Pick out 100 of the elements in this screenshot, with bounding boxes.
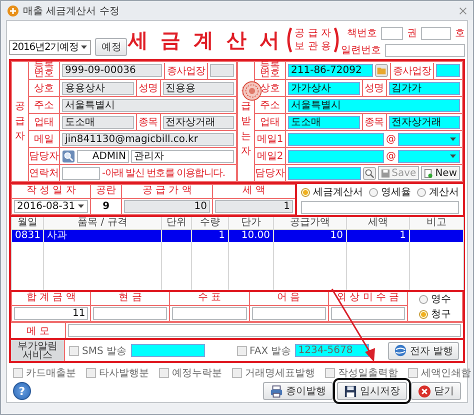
field-label: 주소: [260, 100, 280, 111]
column-header: 단가: [228, 216, 274, 230]
field-label: 등록번호: [34, 62, 54, 78]
input-field[interactable]: [288, 166, 361, 180]
input-field[interactable]: [330, 306, 405, 320]
input-field[interactable]: 1234-5678: [295, 344, 370, 357]
input-field[interactable]: 211-86-72092: [288, 64, 373, 77]
field-label: 상호: [34, 83, 54, 94]
field-label: 담당자: [255, 168, 285, 179]
date-dropdown[interactable]: 2016-08-31: [14, 200, 88, 213]
field-label: 종사업장: [164, 62, 208, 78]
input-field[interactable]: [421, 26, 451, 40]
input-field[interactable]: [436, 64, 460, 77]
input-field[interactable]: 999-09-00036: [62, 64, 162, 77]
radio-label: 세금계산서: [313, 186, 363, 199]
field-label: 담당자: [29, 151, 59, 162]
checkbox[interactable]: [325, 368, 335, 378]
input-field[interactable]: [301, 201, 459, 214]
input-field[interactable]: 관리자: [131, 150, 234, 162]
column-header: 세액: [346, 216, 410, 230]
input-field[interactable]: 11: [14, 306, 88, 320]
input-field[interactable]: [385, 44, 465, 56]
checkbox-label: 카드매출분: [26, 367, 76, 380]
input-field[interactable]: [93, 306, 168, 320]
radio-button[interactable]: [419, 294, 428, 304]
checkbox-label: SMS 발송: [82, 344, 127, 358]
input-field[interactable]: 서울특별시: [62, 98, 234, 112]
input-field[interactable]: 10: [124, 200, 210, 213]
service-label: 부가알림 서비스: [11, 340, 65, 361]
radio-label: 영수: [431, 293, 451, 306]
column-header: 세 액: [212, 184, 296, 198]
column-header: 수량: [192, 216, 228, 230]
save-icon: [380, 168, 390, 178]
input-field[interactable]: [252, 306, 326, 320]
radio-button[interactable]: [419, 310, 428, 318]
field-label: 업태: [260, 117, 280, 128]
checkbox[interactable]: [232, 368, 242, 378]
radio-button[interactable]: [417, 188, 426, 196]
action-button[interactable]: 닫기: [411, 382, 461, 400]
input-field[interactable]: 김가가: [388, 82, 460, 94]
close-icon[interactable]: [459, 6, 467, 14]
input-field[interactable]: [62, 166, 100, 180]
search-icon[interactable]: [362, 166, 376, 180]
column-header: 공급가액: [274, 216, 346, 230]
checkbox[interactable]: [159, 368, 169, 378]
period-dropdown[interactable]: 2016년2기예정: [9, 40, 92, 54]
input-field[interactable]: 전자상거래: [388, 116, 460, 128]
caret-icon: [80, 43, 88, 51]
checkbox[interactable]: [13, 368, 23, 378]
input-field[interactable]: 1: [215, 200, 293, 213]
checkbox[interactable]: [236, 346, 247, 356]
input-field[interactable]: [288, 132, 384, 146]
input-field[interactable]: [130, 344, 205, 357]
input-field[interactable]: ADMIN: [77, 150, 129, 162]
field-label: 연락처: [29, 168, 59, 179]
action-button[interactable]: 종이발행: [263, 382, 333, 400]
input-field[interactable]: [288, 150, 384, 162]
input-field[interactable]: 전자상거래: [162, 116, 234, 128]
input-field[interactable]: 용용상사: [62, 82, 134, 94]
blank-count: 9: [102, 200, 110, 212]
checkbox[interactable]: [86, 368, 96, 378]
field-label: 등록번호: [260, 62, 280, 78]
radio-button[interactable]: [301, 188, 310, 196]
at-sign: @: [386, 134, 396, 144]
search-icon[interactable]: [62, 150, 75, 162]
issue-button[interactable]: 전자 발행: [388, 342, 459, 360]
input-field[interactable]: 도소매: [288, 116, 360, 128]
checkbox[interactable]: [408, 368, 418, 378]
checkbox-label: FAX 발송: [250, 344, 292, 358]
radio-button[interactable]: [369, 188, 378, 196]
field-label: 권: [407, 27, 417, 40]
input-field[interactable]: [381, 26, 403, 40]
checkbox-label: 거래명세표발행: [245, 367, 315, 380]
new-button[interactable]: New: [421, 166, 460, 180]
folder-icon[interactable]: [375, 64, 388, 77]
domain-dropdown[interactable]: [398, 132, 460, 146]
at-sign: @: [386, 150, 396, 162]
table-row[interactable]: 0831 사과 1 10.00 10 1: [12, 230, 464, 242]
checkbox[interactable]: [69, 346, 79, 356]
input-field[interactable]: 진용용: [162, 82, 234, 94]
input-field[interactable]: 서울특별시: [288, 98, 460, 112]
input-field[interactable]: 도소매: [62, 116, 134, 128]
window-title: 매출 세금계산서 수정: [23, 4, 120, 18]
table-cell: 1: [400, 230, 406, 241]
period-button[interactable]: 예정: [95, 38, 128, 56]
column-header: 작 성 일 자: [12, 184, 91, 198]
checkbox-label: 예정누락분: [172, 367, 222, 380]
caret-icon: [449, 152, 457, 160]
column-header: 수 표: [170, 291, 250, 306]
input-field[interactable]: [210, 64, 234, 77]
input-field[interactable]: [172, 306, 247, 320]
domain-dropdown[interactable]: [398, 150, 460, 162]
input-field[interactable]: 가가상사: [288, 82, 360, 94]
column-header: 공란: [90, 184, 122, 198]
table-cell: 0831: [15, 230, 40, 241]
memo-field[interactable]: [68, 324, 461, 337]
new-icon: [424, 168, 434, 178]
field-label: 책번호: [347, 27, 377, 40]
input-field[interactable]: jin841130@magicbill.co.kr: [62, 132, 234, 146]
column-header: 공 급 가 액: [122, 184, 212, 198]
